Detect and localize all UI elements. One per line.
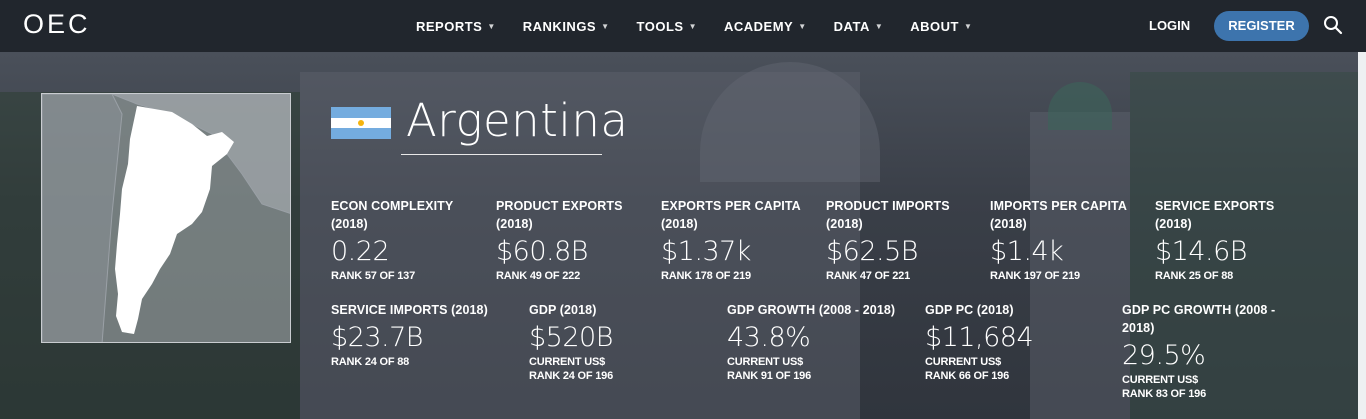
stat-value: $520B xyxy=(529,322,613,353)
nav-rankings[interactable]: RANKINGS ▼ xyxy=(523,19,610,34)
stat-product-exports: PRODUCT EXPORTS (2018) $60.8B RANK 49 OF… xyxy=(496,197,646,283)
stat-unit: CURRENT US$ xyxy=(529,356,606,368)
stat-rank: RANK 49 OF 222 xyxy=(496,270,581,282)
nav-label: DATA xyxy=(833,18,870,34)
stat-unit: CURRENT US$ xyxy=(925,356,1002,368)
stat-unit: CURRENT US$ xyxy=(1122,374,1199,386)
oec-logo[interactable]: OEC xyxy=(23,9,91,40)
stat-exports-per-capita: EXPORTS PER CAPITA (2018) $1.37k RANK 17… xyxy=(661,197,811,283)
nav-tools[interactable]: TOOLS ▼ xyxy=(637,19,697,34)
chevron-down-icon: ▼ xyxy=(798,21,807,31)
stat-label: PRODUCT IMPORTS (2018) xyxy=(826,199,950,231)
stat-rank: RANK 91 OF 196 xyxy=(727,370,812,382)
stat-value: $62.5B xyxy=(826,236,918,267)
chevron-down-icon: ▼ xyxy=(874,21,884,31)
top-nav-bar: OEC REPORTS ▼ RANKINGS ▼ TOOLS ▼ ACADEMY ▼ D… xyxy=(0,0,1366,52)
nav-label: RANKINGS xyxy=(522,18,597,34)
country-map xyxy=(41,93,291,343)
stat-unit: CURRENT US$ xyxy=(727,356,804,368)
stat-label: SERVICE EXPORTS (2018) xyxy=(1155,199,1275,231)
stat-rank: RANK 178 OF 219 xyxy=(661,270,751,282)
stat-value: $14.6B xyxy=(1155,236,1247,267)
stat-gdp-pc-growth: GDP PC GROWTH (2008 - 2018) 29.5% CURREN… xyxy=(1122,301,1292,401)
chevron-down-icon: ▼ xyxy=(963,21,973,31)
nav-label: ACADEMY xyxy=(724,18,794,34)
stat-product-imports: PRODUCT IMPORTS (2018) $62.5B RANK 47 OF… xyxy=(826,197,976,283)
stat-value: 43.8% xyxy=(727,322,811,353)
chevron-down-icon: ▼ xyxy=(487,21,496,31)
stat-value: 29.5% xyxy=(1122,340,1206,371)
stat-label: ECON COMPLEXITY (2018) xyxy=(331,199,454,231)
nav-reports[interactable]: REPORTS ▼ xyxy=(416,19,496,34)
stat-service-exports: SERVICE EXPORTS (2018) $14.6B RANK 25 OF… xyxy=(1155,197,1295,283)
stat-value: $60.8B xyxy=(496,236,588,267)
nav-about[interactable]: ABOUT ▼ xyxy=(910,19,972,34)
argentina-flag-icon xyxy=(331,107,391,139)
stat-label: GDP PC GROWTH (2008 - 2018) xyxy=(1122,303,1276,335)
register-button[interactable]: REGISTER xyxy=(1214,11,1309,41)
stat-rank: RANK 66 OF 196 xyxy=(925,370,1010,382)
stat-rank: RANK 24 OF 196 xyxy=(529,370,614,382)
stat-rank: RANK 25 OF 88 xyxy=(1155,270,1234,282)
stat-value: $1.37k xyxy=(661,236,751,267)
stat-rank: RANK 197 OF 219 xyxy=(990,270,1080,282)
stat-rank: RANK 83 OF 196 xyxy=(1122,388,1207,400)
nav-academy[interactable]: ACADEMY ▼ xyxy=(724,19,807,34)
stat-label: GDP (2018) xyxy=(529,303,597,317)
stat-rank: RANK 57 OF 137 xyxy=(331,270,416,282)
stat-label: GDP GROWTH (2008 - 2018) xyxy=(727,303,896,317)
stat-label: PRODUCT EXPORTS (2018) xyxy=(496,199,623,231)
stat-imports-per-capita: IMPORTS PER CAPITA (2018) $1.4k RANK 197… xyxy=(990,197,1140,283)
stat-label: EXPORTS PER CAPITA (2018) xyxy=(661,199,801,231)
nav-label: TOOLS xyxy=(636,18,684,34)
stat-value: $1.4k xyxy=(990,236,1064,267)
search-icon[interactable] xyxy=(1323,15,1343,35)
stat-value: $23.7B xyxy=(331,322,423,353)
stat-econ-complexity: ECON COMPLEXITY (2018) 0.22 RANK 57 OF 1… xyxy=(331,197,481,283)
stat-gdp-growth: GDP GROWTH (2008 - 2018) 43.8% CURRENT U… xyxy=(727,301,912,383)
stat-label: GDP PC (2018) xyxy=(925,303,1014,317)
stat-label: IMPORTS PER CAPITA (2018) xyxy=(990,199,1127,231)
page-right-edge xyxy=(1358,52,1366,419)
stat-gdp-pc: GDP PC (2018) $11,684 CURRENT US$ RANK 6… xyxy=(925,301,1110,383)
nav-data[interactable]: DATA ▼ xyxy=(834,19,884,34)
nav-label: REPORTS xyxy=(416,18,483,34)
stat-label: SERVICE IMPORTS (2018) xyxy=(331,303,488,317)
nav-label: ABOUT xyxy=(910,18,959,34)
stat-rank: RANK 47 OF 221 xyxy=(826,270,911,282)
stat-value: 0.22 xyxy=(331,236,390,267)
main-nav: REPORTS ▼ RANKINGS ▼ TOOLS ▼ ACADEMY ▼ DATA ▼… xyxy=(416,0,999,52)
chevron-down-icon: ▼ xyxy=(601,21,610,31)
stat-value: $11,684 xyxy=(925,322,1034,353)
chevron-down-icon: ▼ xyxy=(688,21,697,31)
background-green-dome xyxy=(1048,82,1112,130)
stat-service-imports: SERVICE IMPORTS (2018) $23.7B RANK 24 OF… xyxy=(331,301,516,369)
stat-rank: RANK 24 OF 88 xyxy=(331,356,410,368)
country-title: Argentina xyxy=(406,94,629,147)
stat-gdp: GDP (2018) $520B CURRENT US$ RANK 24 OF … xyxy=(529,301,714,383)
login-link[interactable]: LOGIN xyxy=(1149,18,1190,33)
title-underline xyxy=(401,154,602,155)
